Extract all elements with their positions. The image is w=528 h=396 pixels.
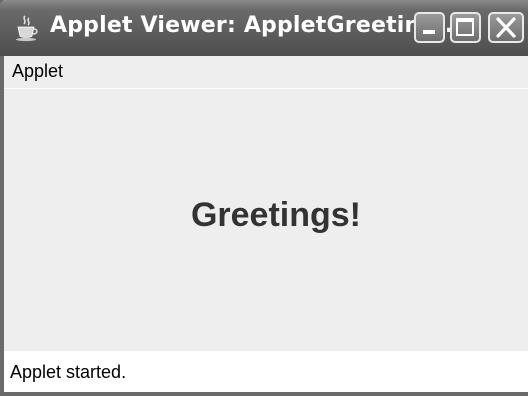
menu-applet[interactable]: Applet <box>10 61 65 82</box>
menu-bar: Applet <box>4 56 528 89</box>
applet-viewer-window: Applet Viewer: AppletGreeting... Applet … <box>0 0 528 396</box>
close-button[interactable] <box>488 12 524 43</box>
java-coffee-cup-icon[interactable] <box>14 14 40 42</box>
status-bar: Applet started. <box>4 351 528 392</box>
applet-panel: Greetings! <box>4 89 528 351</box>
window-title: Applet Viewer: AppletGreeting... <box>50 13 463 38</box>
status-text: Applet started. <box>10 362 127 382</box>
maximize-button[interactable] <box>450 12 481 43</box>
title-bar[interactable]: Applet Viewer: AppletGreeting... <box>0 0 528 56</box>
greeting-text: Greetings! <box>190 196 362 234</box>
minimize-button[interactable] <box>414 12 445 43</box>
